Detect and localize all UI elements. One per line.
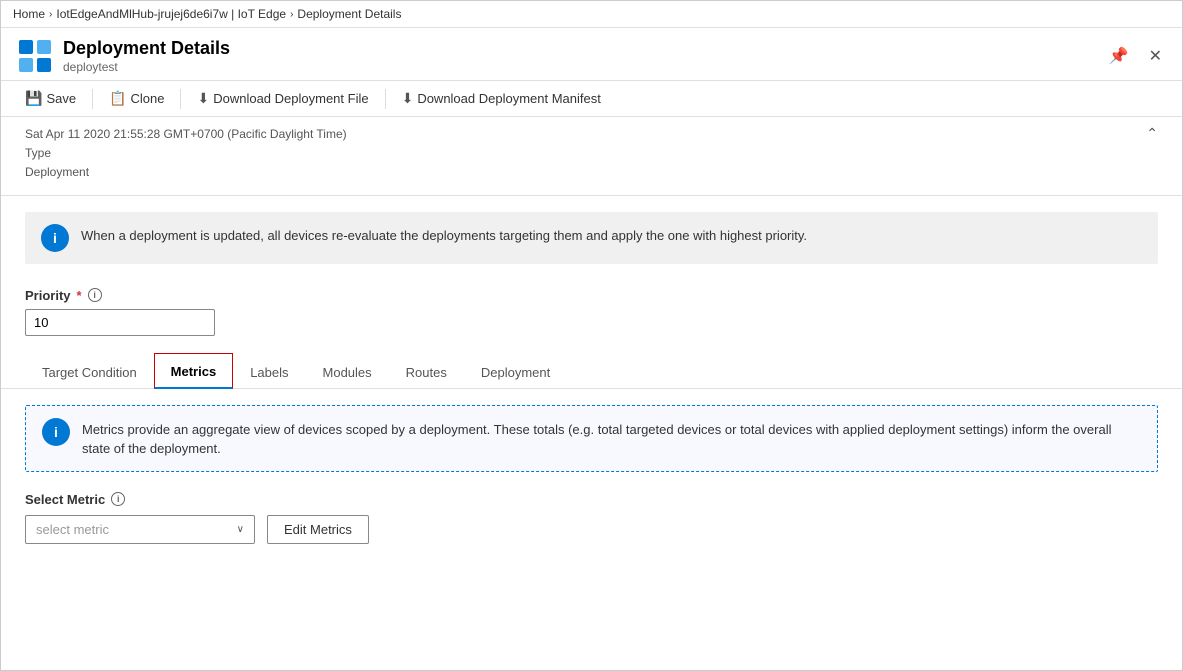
info-banner-icon: i [41,224,69,252]
toolbar: 💾 Save 📋 Clone ⬇ Download Deployment Fil… [1,81,1182,117]
type-label: Type [25,144,1158,163]
top-section: Sat Apr 11 2020 21:55:28 GMT+0700 (Pacif… [1,117,1182,196]
metric-dropdown-placeholder: select metric [36,522,109,537]
collapse-button[interactable]: ⌃ [1146,125,1158,142]
download-manifest-label: Download Deployment Manifest [417,91,601,106]
metrics-info-icon: i [42,418,70,446]
toolbar-sep-1 [92,89,93,109]
select-metric-label: Select Metric i [25,492,1158,507]
pin-button[interactable]: 📌 [1105,44,1133,68]
download-file-label: Download Deployment File [213,91,368,106]
breadcrumb-sep-2: › [290,9,293,20]
top-section-info: Sat Apr 11 2020 21:55:28 GMT+0700 (Pacif… [25,125,1158,183]
priority-input[interactable] [25,309,215,336]
info-banner-text: When a deployment is updated, all device… [81,224,807,246]
toolbar-sep-3 [385,89,386,109]
download-deployment-manifest-button[interactable]: ⬇ Download Deployment Manifest [394,85,609,112]
edit-metrics-button[interactable]: Edit Metrics [267,515,369,544]
breadcrumb-hub[interactable]: IotEdgeAndMlHub-jrujej6de6i7w | IoT Edge [56,7,286,21]
select-metric-row: select metric ∨ Edit Metrics [25,515,1158,544]
priority-info-icon[interactable]: i [88,288,102,302]
save-button[interactable]: 💾 Save [17,85,84,112]
content-area: Sat Apr 11 2020 21:55:28 GMT+0700 (Pacif… [1,117,1182,670]
tab-modules[interactable]: Modules [306,354,389,389]
priority-label: Priority * i [25,288,1158,303]
tab-routes[interactable]: Routes [389,354,464,389]
priority-section: Priority * i [1,280,1182,352]
download-file-icon: ⬇ [197,90,209,107]
metrics-tab-content: i Metrics provide an aggregate view of d… [1,389,1182,670]
type-value: Deployment [25,163,1158,182]
toolbar-sep-2 [180,89,181,109]
app-icon [17,38,53,74]
breadcrumb-home[interactable]: Home [13,7,45,21]
clone-label: Clone [131,91,165,106]
tab-metrics[interactable]: Metrics [154,353,234,389]
metrics-info-letter: i [54,424,58,440]
close-button[interactable]: ✕ [1145,44,1166,68]
select-metric-label-text: Select Metric [25,492,105,507]
clone-button[interactable]: 📋 Clone [101,85,172,112]
title-actions: 📌 ✕ [1105,44,1166,68]
save-label: Save [46,91,76,106]
tabs-bar: Target Condition Metrics Labels Modules … [1,352,1182,389]
title-bar: Deployment Details deploytest 📌 ✕ [1,28,1182,81]
select-metric-section: Select Metric i select metric ∨ Edit Met… [25,492,1158,544]
main-window: Home › IotEdgeAndMlHub-jrujej6de6i7w | I… [0,0,1183,671]
breadcrumb-sep-1: › [49,9,52,20]
download-deployment-file-button[interactable]: ⬇ Download Deployment File [189,85,376,112]
breadcrumb-bar: Home › IotEdgeAndMlHub-jrujej6de6i7w | I… [1,1,1182,28]
priority-label-text: Priority [25,288,71,303]
chevron-down-icon: ∨ [237,524,244,535]
tab-labels[interactable]: Labels [233,354,305,389]
tab-deployment[interactable]: Deployment [464,354,567,389]
save-icon: 💾 [25,90,42,107]
title-text: Deployment Details deploytest [63,38,1105,74]
required-indicator: * [77,288,82,303]
download-manifest-icon: ⬇ [402,90,414,107]
clone-icon: 📋 [109,90,126,107]
tab-target-condition[interactable]: Target Condition [25,354,154,389]
page-subtitle: deploytest [63,60,1105,74]
date-text: Sat Apr 11 2020 21:55:28 GMT+0700 (Pacif… [25,125,1158,144]
metrics-info-banner: i Metrics provide an aggregate view of d… [25,405,1158,472]
metrics-info-text: Metrics provide an aggregate view of dev… [82,418,1141,459]
page-title: Deployment Details [63,38,1105,60]
metric-dropdown[interactable]: select metric ∨ [25,515,255,544]
select-metric-info-icon[interactable]: i [111,492,125,506]
info-letter: i [53,230,57,246]
breadcrumb-current: Deployment Details [297,7,401,21]
info-banner-grey: i When a deployment is updated, all devi… [25,212,1158,264]
